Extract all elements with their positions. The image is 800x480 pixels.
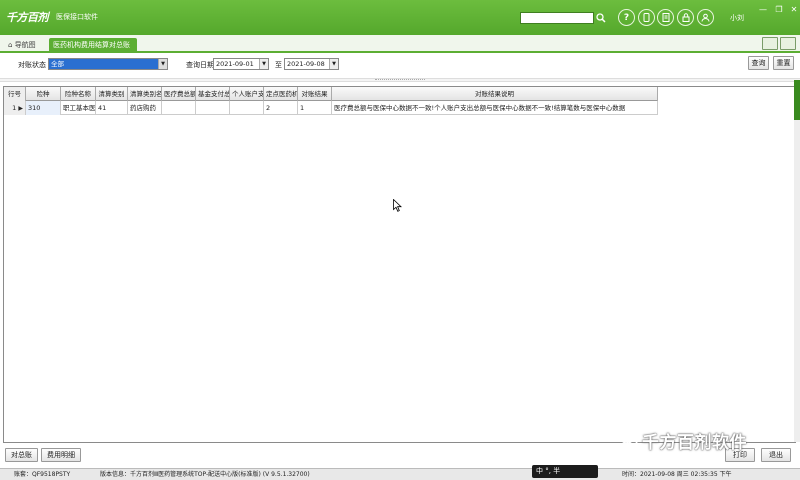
col-header[interactable]: 个人账户支付总额	[230, 87, 264, 101]
col-header[interactable]: 行号	[4, 87, 26, 101]
document-icon[interactable]	[657, 9, 674, 26]
cell-clr-type-name[interactable]: 药店购药	[128, 101, 162, 115]
restore-icon[interactable]: ❐	[774, 5, 784, 15]
chevron-down-icon: ▼	[259, 59, 268, 69]
col-header[interactable]: 险种	[26, 87, 61, 101]
close-icon[interactable]: ✕	[789, 5, 799, 15]
date-label: 查询日期	[186, 61, 214, 69]
tab-reconciliation[interactable]: 医药机构费用结算对总账 ✕	[49, 38, 137, 64]
panel-splitter[interactable]	[0, 78, 800, 82]
tab-active-label: 医药机构费用结算对总账	[53, 41, 130, 49]
row-line-number: 1 ▶	[4, 101, 26, 115]
cell-fund-pay[interactable]	[196, 101, 230, 115]
date-to-value: 2021-09-08	[287, 60, 325, 68]
version-info: 版本信息：千方百剂Ⅲ医药管理系统TOP-配送中心版(标准版) (V 9.5.1.…	[100, 471, 310, 478]
col-header[interactable]: 清算类别	[96, 87, 128, 101]
to-label: 至	[275, 61, 282, 69]
app-logo: 千方百剂	[6, 11, 49, 24]
tab-home[interactable]: ⌂ 导航图	[4, 38, 40, 53]
col-header[interactable]: 对账结果	[298, 87, 332, 101]
tab-bar: ⌂ 导航图 医药机构费用结算对总账 ✕	[0, 35, 800, 64]
cell-insutype[interactable]: 310	[26, 101, 61, 115]
export-excel-icon[interactable]	[762, 37, 778, 50]
exit-button[interactable]: 退出	[761, 448, 791, 462]
wechat-icon	[620, 432, 638, 446]
tab-home-label: 导航图	[14, 41, 36, 49]
mouse-cursor-icon	[393, 199, 402, 212]
user-icon[interactable]	[697, 9, 714, 26]
reconciliation-table: 行号 险种 险种名称 清算类别 清算类别名称 医疗费总额 基金支付总额 个人账户…	[3, 86, 796, 443]
cell-result[interactable]: 1	[298, 101, 332, 115]
phone-icon[interactable]	[638, 9, 655, 26]
col-header[interactable]: 险种名称	[61, 87, 96, 101]
window-switch-icon[interactable]	[780, 37, 796, 50]
table-row[interactable]: 1 ▶ 310 职工基本医疗保险 41 药店购药 2 1 医疗费总额与医保中心数…	[4, 101, 658, 115]
cell-setl-cnt[interactable]: 2	[264, 101, 298, 115]
col-header[interactable]: 清算类别名称	[128, 87, 162, 101]
scrollbar-thumb[interactable]	[794, 80, 800, 120]
date-from-picker[interactable]: 2021-09-01 ▼	[213, 58, 269, 70]
col-header[interactable]: 基金支付总额	[196, 87, 230, 101]
minimize-icon[interactable]: —	[758, 5, 768, 15]
cell-insutype-name[interactable]: 职工基本医疗保险	[61, 101, 96, 115]
search-input[interactable]	[520, 12, 594, 24]
chevron-down-icon: ▼	[158, 59, 167, 69]
date-to-picker[interactable]: 2021-09-08 ▼	[284, 58, 339, 70]
filter-bar: 对账状态 全部 ▼ 查询日期 2021-09-01 ▼ 至 2021-09-08…	[0, 53, 800, 77]
status-value: 全部	[51, 60, 64, 68]
status-label: 对账状态	[18, 61, 46, 69]
reset-button[interactable]: 重置	[773, 56, 794, 70]
ime-indicator[interactable]: 中 °, 半	[532, 465, 598, 478]
status-bar: 账套：QF9518PSTY 版本信息：千方百剂Ⅲ医药管理系统TOP-配送中心版(…	[0, 468, 800, 480]
table-header: 行号 险种 险种名称 清算类别 清算类别名称 医疗费总额 基金支付总额 个人账户…	[4, 87, 658, 101]
top-header: 千方百剂 医保接口软件 ? 小刘 — ❐ ✕	[0, 0, 800, 35]
account-info: 账套：QF9518PSTY	[14, 471, 71, 478]
cell-clr-type[interactable]: 41	[96, 101, 128, 115]
cell-acct-pay[interactable]	[230, 101, 264, 115]
status-select[interactable]: 全部 ▼	[48, 58, 168, 70]
watermark-text: 千方百剂软件	[642, 433, 747, 453]
user-name: 小刘	[730, 14, 744, 22]
col-header[interactable]: 定点医药机构结算笔数	[264, 87, 298, 101]
query-button[interactable]: 查询	[748, 56, 769, 70]
splitter-grip[interactable]	[375, 79, 425, 81]
cell-result-desc[interactable]: 医疗费总额与医保中心数据不一致!个人账户支出总额与医保中心数据不一致!结算笔数与…	[332, 101, 658, 115]
home-icon: ⌂	[8, 41, 13, 49]
search-icon[interactable]	[594, 11, 607, 25]
chevron-down-icon: ▼	[329, 59, 338, 69]
row-pointer-icon: ▶	[18, 105, 23, 112]
fee-detail-button[interactable]: 费用明细	[41, 448, 81, 462]
help-icon[interactable]: ?	[618, 9, 635, 26]
row-line-value: 1	[12, 104, 17, 112]
app-subtitle: 医保接口软件	[56, 13, 98, 21]
cell-medfee[interactable]	[162, 101, 196, 115]
lock-icon[interactable]	[677, 9, 694, 26]
time-info: 时间：2021-09-08 周三 02:35:35 下午	[622, 471, 732, 478]
col-header[interactable]: 对账结果说明	[332, 87, 658, 101]
total-account-button[interactable]: 对总账	[5, 448, 38, 462]
date-from-value: 2021-09-01	[216, 60, 254, 68]
vertical-scrollbar[interactable]	[794, 80, 800, 442]
col-header[interactable]: 医疗费总额	[162, 87, 196, 101]
